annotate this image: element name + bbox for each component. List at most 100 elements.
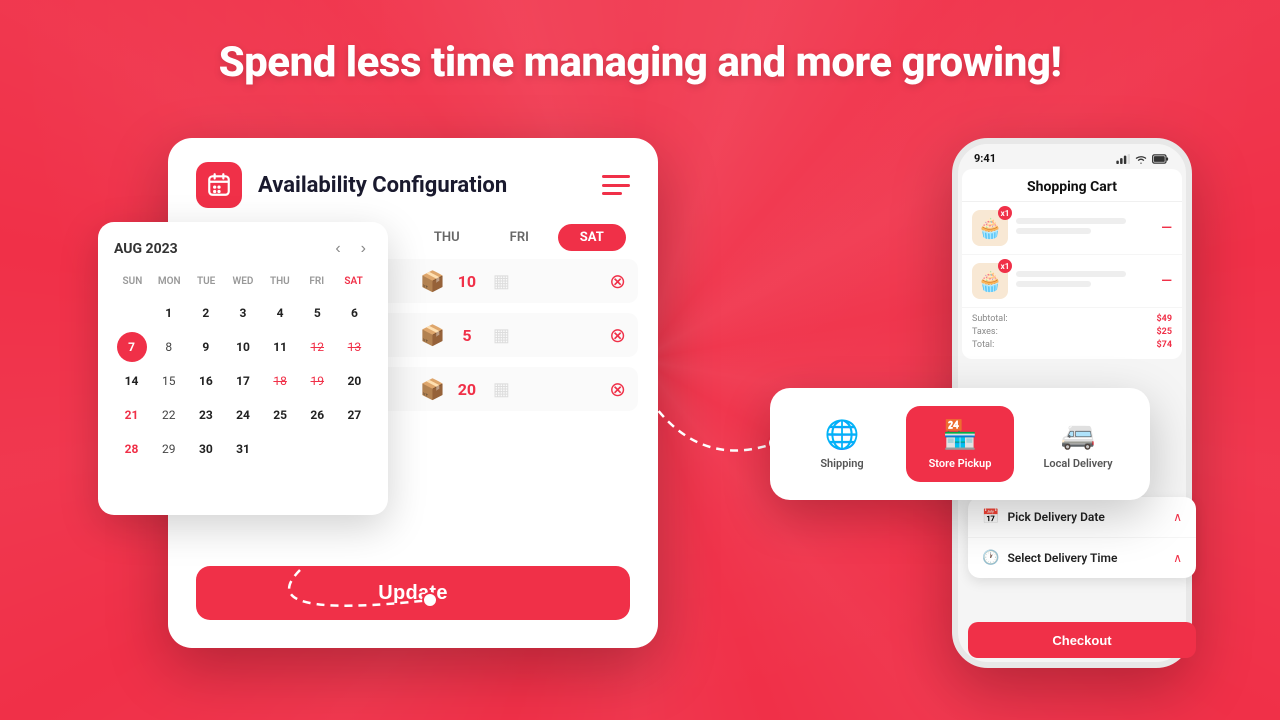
cart-item-1-remove[interactable]: — [1161, 220, 1172, 236]
delivery-options: 🌐 Shipping 🏪 Store Pickup 🚐 Local Delive… [788, 406, 1132, 482]
cal-prev-btn[interactable]: ‹ [329, 238, 346, 260]
cal-day-3[interactable]: 3 [228, 298, 258, 328]
cart-item-2-badge: x1 [998, 259, 1012, 273]
phone-notch: 9:41 [958, 144, 1186, 169]
slot-count-2: 5 [455, 326, 479, 345]
signal-icon [1116, 154, 1130, 164]
cal-nav[interactable]: ‹ › [329, 238, 372, 260]
cal-day-31[interactable]: 31 [228, 434, 258, 464]
clock-icon: 🕐 [982, 550, 999, 566]
cal-day-20[interactable]: 20 [339, 366, 369, 396]
pick-delivery-date-row[interactable]: 📅 Pick Delivery Date ∧ [968, 497, 1196, 538]
slot-box-icon-2: 📦 [420, 323, 445, 347]
cal-day-26[interactable]: 26 [302, 400, 332, 430]
cal-day-header-tue: TUE [188, 272, 225, 291]
total-row: Total: $74 [972, 340, 1172, 350]
taxes-row: Taxes: $25 [972, 327, 1172, 337]
cal-day-18[interactable]: 18 [265, 366, 295, 396]
card-header: Availability Configuration [168, 138, 658, 224]
battery-icon [1152, 154, 1170, 164]
cal-days-header: SUN MON TUE WED THU FRI SAT [114, 272, 372, 291]
day-sat-active[interactable]: SAT [558, 224, 627, 251]
cal-day-16[interactable]: 16 [191, 366, 221, 396]
cal-day-12[interactable]: 12 [302, 332, 332, 362]
subtotal-row: Subtotal: $49 [972, 314, 1172, 324]
cal-day-2[interactable]: 2 [191, 298, 221, 328]
cal-day-28[interactable]: 28 [117, 434, 147, 464]
slot-grid-icon-1: ▦ [493, 271, 510, 292]
shipping-label: Shipping [820, 457, 863, 470]
cal-day-15[interactable]: 15 [154, 366, 184, 396]
cal-day-27[interactable]: 27 [339, 400, 369, 430]
cal-day-22[interactable]: 22 [154, 400, 184, 430]
cal-day-25[interactable]: 25 [265, 400, 295, 430]
total-label: Total: [972, 340, 994, 350]
cal-day-24[interactable]: 24 [228, 400, 258, 430]
shipping-icon: 🌐 [825, 418, 860, 451]
cal-day-21[interactable]: 21 [117, 400, 147, 430]
cal-day-17[interactable]: 17 [228, 366, 258, 396]
local-delivery-icon: 🚐 [1061, 418, 1096, 451]
cal-day-29[interactable]: 29 [154, 434, 184, 464]
cal-day-30[interactable]: 30 [191, 434, 221, 464]
delivery-date-section: 📅 Pick Delivery Date ∧ 🕐 Select Delivery… [968, 497, 1196, 578]
cal-day-5[interactable]: 5 [302, 298, 332, 328]
phone-content: Shopping Cart 🧁 x1 — 🧁 x1 — [962, 169, 1182, 359]
cart-item-1-img: 🧁 x1 [972, 210, 1008, 246]
cal-day-8[interactable]: 8 [154, 332, 184, 362]
cal-header: AUG 2023 ‹ › [114, 238, 372, 260]
cart-item-2-bar1 [1016, 271, 1126, 277]
menu-icon[interactable] [602, 175, 630, 195]
slot-count-3: 20 [455, 380, 479, 399]
cal-empty-2 [302, 434, 332, 464]
cal-day-13[interactable]: 13 [339, 332, 369, 362]
delivery-time-left: 🕐 Select Delivery Time [982, 550, 1117, 566]
pick-date-label: Pick Delivery Date [1007, 510, 1104, 524]
store-pickup-label: Store Pickup [929, 457, 992, 470]
store-pickup-option[interactable]: 🏪 Store Pickup [906, 406, 1014, 482]
phone-bottom-space [958, 359, 1186, 365]
slot-remove-2[interactable]: ⊗ [609, 323, 626, 347]
cal-day-23[interactable]: 23 [191, 400, 221, 430]
cart-item-2-img: 🧁 x1 [972, 263, 1008, 299]
taxes-value: $25 [1157, 327, 1173, 337]
cal-grid: 1 2 3 4 5 6 7 8 9 10 11 12 13 14 15 16 1… [114, 297, 372, 499]
subtotal-value: $49 [1157, 314, 1173, 324]
cal-day-10[interactable]: 10 [228, 332, 258, 362]
wifi-icon [1134, 154, 1148, 164]
cal-day-14[interactable]: 14 [117, 366, 147, 396]
cal-day-6[interactable]: 6 [339, 298, 369, 328]
checkout-button[interactable]: Checkout [968, 622, 1196, 658]
cart-item-1: 🧁 x1 — [962, 202, 1182, 255]
cal-day-empty [117, 298, 147, 328]
delivery-time-row[interactable]: 🕐 Select Delivery Time ∧ [968, 538, 1196, 578]
cal-next-btn[interactable]: › [355, 238, 372, 260]
pick-date-left: 📅 Pick Delivery Date [982, 509, 1105, 525]
cart-item-1-bar1 [1016, 218, 1126, 224]
cal-day-header-wed: WED [225, 272, 262, 291]
shipping-option[interactable]: 🌐 Shipping [788, 406, 896, 482]
delivery-time-label: Select Delivery Time [1007, 551, 1117, 565]
cal-day-9[interactable]: 9 [191, 332, 221, 362]
slot-remove-1[interactable]: ⊗ [609, 269, 626, 293]
cart-item-2: 🧁 x1 — [962, 255, 1182, 308]
local-delivery-option[interactable]: 🚐 Local Delivery [1024, 406, 1132, 482]
app-icon [196, 162, 242, 208]
cal-day-11[interactable]: 11 [265, 332, 295, 362]
cart-item-1-bar2 [1016, 228, 1091, 234]
cal-day-4[interactable]: 4 [265, 298, 295, 328]
delivery-time-chevron: ∧ [1173, 551, 1182, 565]
cart-item-2-bar2 [1016, 281, 1091, 287]
subtotal-label: Subtotal: [972, 314, 1008, 324]
cart-item-2-remove[interactable]: — [1161, 273, 1172, 289]
cal-day-header-mon: MON [151, 272, 188, 291]
cal-day-19[interactable]: 19 [302, 366, 332, 396]
cal-day-7[interactable]: 7 [117, 332, 147, 362]
day-thu[interactable]: THU [413, 224, 482, 251]
cal-day-header-sun: SUN [114, 272, 151, 291]
slot-remove-3[interactable]: ⊗ [609, 377, 626, 401]
cal-day-1[interactable]: 1 [154, 298, 184, 328]
day-fri[interactable]: FRI [485, 224, 554, 251]
cal-empty-3 [339, 434, 369, 464]
update-button[interactable]: Update [196, 566, 630, 620]
